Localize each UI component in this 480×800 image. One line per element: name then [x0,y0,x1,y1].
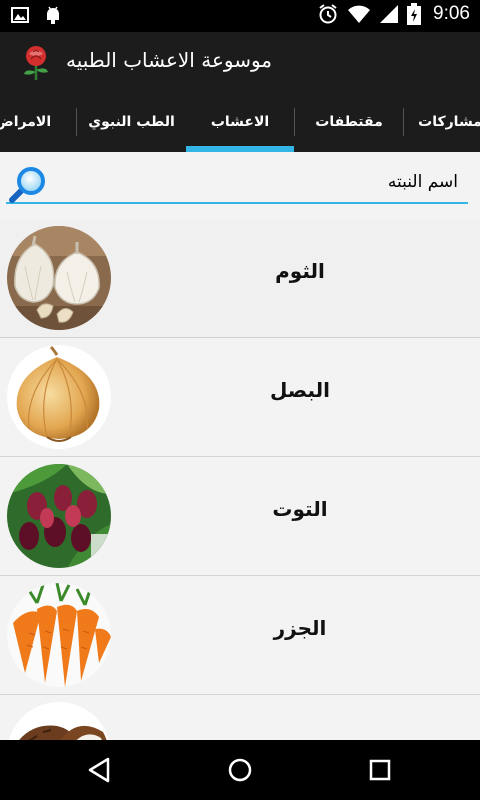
status-bar: 9:06 [0,0,480,32]
tab-label: الطب النبوي [88,114,175,130]
tab-divider [403,108,404,136]
herb-name: الجزر [273,616,327,640]
battery-charging-icon [407,3,422,25]
list-item[interactable]: البصل [0,338,480,457]
back-icon[interactable] [84,754,116,786]
search-box [6,162,468,204]
wifi-icon [348,5,371,23]
carrot-image [7,583,111,687]
android-debug-icon [47,6,59,24]
herbs-content[interactable]: الثوم البصل [0,152,480,740]
tab-divider [294,108,295,136]
navigation-bar [0,740,480,800]
list-item[interactable] [0,695,480,740]
tab-label: مقتطفات [315,114,383,130]
home-icon[interactable] [224,754,256,786]
tab-excerpts[interactable]: مقتطفات [296,92,402,152]
tab-contributions[interactable]: مشاركات [405,92,480,152]
list-item[interactable]: الثوم [0,219,480,338]
app-title: موسوعة الاعشاب الطبيه [66,48,273,72]
alarm-icon [319,4,337,24]
status-time: 9:06 [433,3,470,24]
image-notification-icon [11,7,29,23]
search-icon[interactable] [8,164,48,204]
list-item[interactable]: التوت [0,457,480,576]
tab-diseases[interactable]: الامراض [0,92,56,152]
action-bar: موسوعة الاعشاب الطبيه [0,32,480,92]
recent-apps-icon[interactable] [364,754,396,786]
herb-name: التوت [272,497,328,521]
tab-prophetic-medicine[interactable]: الطب النبوي [78,92,185,152]
garlic-image [7,226,111,330]
herb-name: الثوم [275,259,325,283]
herb-name: البصل [269,378,331,402]
tab-label: الاعشاب [210,114,270,130]
rose-logo-icon [24,46,48,80]
list-item[interactable]: الجزر [0,576,480,695]
coconut-image [7,702,111,740]
cell-signal-icon [380,5,399,23]
tab-label: الامراض [0,114,52,130]
mulberry-image [7,464,111,568]
onion-image [7,345,111,449]
tab-bar: الامراض الطب النبوي الاعشاب مقتطفات مشار… [0,92,480,152]
tab-herbs[interactable]: الاعشاب [186,92,294,152]
search-input[interactable] [58,168,458,196]
herb-list: الثوم البصل التوت الجزر [0,219,480,740]
tab-label: مشاركات [418,114,480,130]
tab-divider [76,108,77,136]
